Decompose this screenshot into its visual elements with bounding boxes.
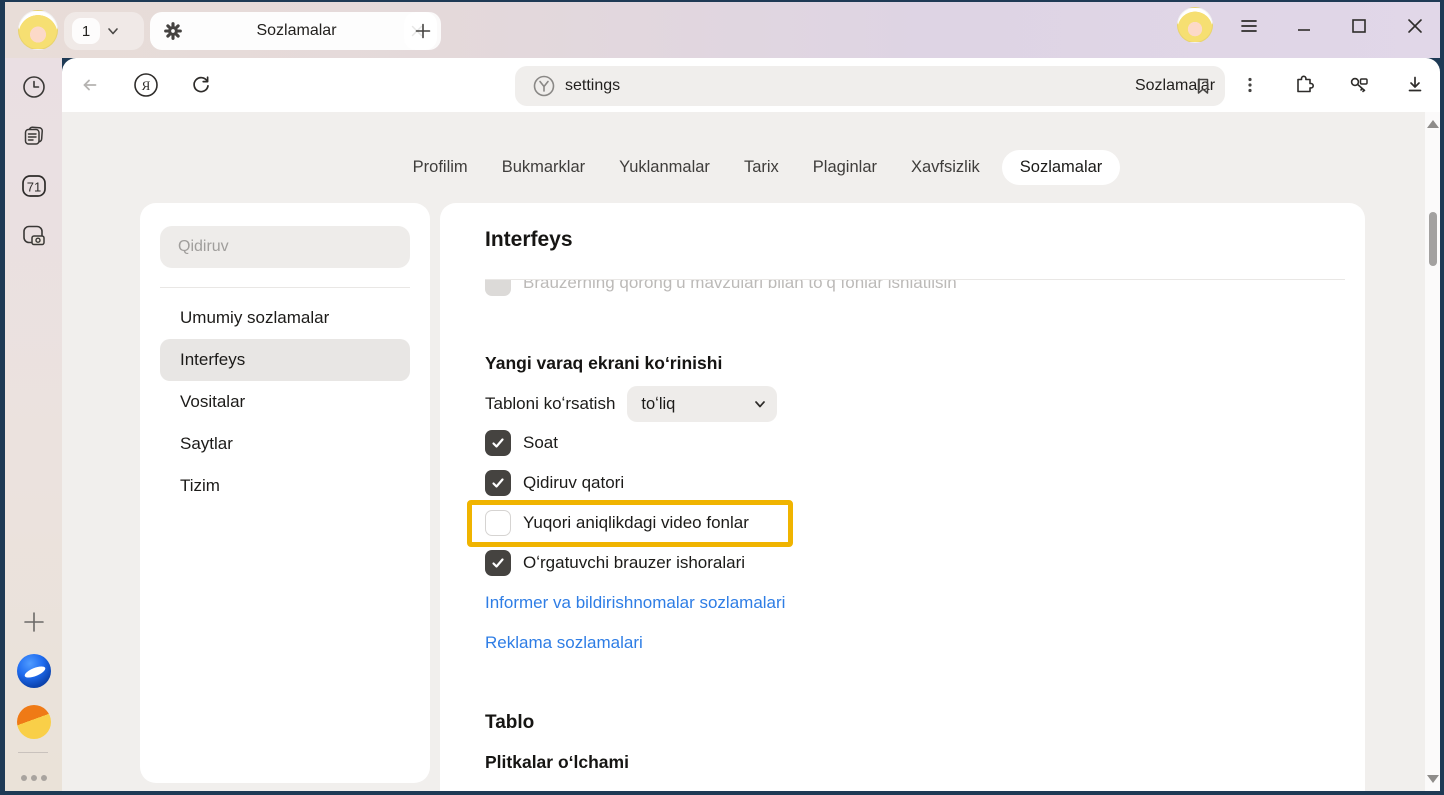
tab-tarix[interactable]: Tarix [732, 150, 791, 185]
scrollbar-thumb[interactable] [1429, 212, 1437, 266]
bookmark-icon[interactable] [1189, 73, 1217, 99]
scroll-down-arrow[interactable] [1427, 775, 1439, 783]
profile-avatar-right[interactable] [1177, 7, 1213, 43]
checkbox-row-video-fonlar: Yuqori aniqlikdagi video fonlar [485, 503, 1085, 543]
rail-divider [18, 752, 48, 753]
tab-plaginlar[interactable]: Plaginlar [801, 150, 889, 185]
yandex-logo-icon[interactable]: Я [128, 67, 164, 103]
checkbox-row-brauzer-ishoralari: Oʻrgatuvchi brauzer ishoralari [485, 543, 1085, 583]
gear-icon [162, 20, 184, 42]
checkbox-group: Soat Qidiruv qatori Yuqori aniqlikdagi v… [485, 423, 1085, 583]
clipped-setting-label: Brauzerning qorongʻu mavzulari bilan toʻ… [523, 280, 957, 293]
reklama-settings-link[interactable]: Reklama sozlamalari [485, 633, 643, 653]
sidebar-item-umumiy[interactable]: Umumiy sozlamalar [160, 297, 410, 339]
notes-icon[interactable] [17, 119, 51, 153]
checkbox-soat[interactable] [485, 430, 511, 456]
address-bar[interactable]: settings Sozlamalar [515, 66, 1225, 106]
checkbox-qidiruv-qatori[interactable] [485, 470, 511, 496]
scroll-up-arrow[interactable] [1427, 120, 1439, 128]
checkbox-dark-theme[interactable] [485, 280, 511, 296]
tab-yuklanmalar[interactable]: Yuklanmalar [607, 150, 722, 185]
tab-bukmarklar[interactable]: Bukmarklar [490, 150, 597, 185]
yandex-mail-icon[interactable] [17, 705, 51, 739]
section-heading: Interfeys [485, 228, 573, 252]
checkbox-brauzer-ishoralari[interactable] [485, 550, 511, 576]
url-text: settings [565, 77, 620, 95]
clipped-setting-row[interactable]: Brauzerning qorongʻu mavzulari bilan toʻ… [485, 280, 1345, 302]
tab-profilim[interactable]: Profilim [401, 150, 480, 185]
search-input[interactable] [160, 226, 410, 268]
settings-page: Profilim Bukmarklar Yuklanmalar Tarix Pl… [62, 112, 1425, 791]
tab-counter-text: 71 [26, 180, 40, 195]
tab-xavfsizlik[interactable]: Xavfsizlik [899, 150, 992, 185]
nav-divider [160, 287, 410, 288]
settings-nav-card: Umumiy sozlamalar Interfeys Vositalar Sa… [140, 203, 430, 783]
tab-group-chip[interactable]: 1 [64, 12, 144, 50]
menu-button[interactable] [1231, 8, 1267, 44]
screenshot-icon[interactable] [17, 219, 51, 253]
sidebar-item-interfeys[interactable]: Interfeys [160, 339, 410, 381]
reload-icon[interactable] [183, 67, 219, 103]
toolbar: Я settings Sozlamalar [62, 58, 1440, 112]
titlebar: 1 Sozlamalar [5, 2, 1440, 58]
more-dots-icon[interactable] [17, 761, 51, 795]
settings-favicon-icon [531, 73, 557, 99]
checkbox-label: Qidiruv qatori [523, 473, 624, 493]
history-clock-icon[interactable] [17, 70, 51, 104]
interfeys-content-card: Interfeys Brauzerning qorongʻu mavzulari… [440, 203, 1365, 791]
chevron-down-icon [106, 24, 120, 38]
top-nav-tabs: Profilim Bukmarklar Yuklanmalar Tarix Pl… [79, 148, 1425, 186]
profile-avatar[interactable] [18, 10, 58, 50]
checkbox-label: Yuqori aniqlikdagi video fonlar [523, 513, 749, 533]
tablo-display-select[interactable]: toʻliq [627, 386, 777, 422]
tab-title: Sozlamalar [184, 22, 409, 40]
checkbox-video-fonlar[interactable] [485, 510, 511, 536]
page-scrollbar[interactable] [1425, 112, 1440, 791]
downloads-icon[interactable] [1397, 67, 1433, 103]
yandex-browser-logo[interactable] [17, 654, 51, 688]
extensions-puzzle-icon[interactable] [1286, 67, 1322, 103]
new-tab-button[interactable] [404, 12, 441, 50]
browser-window: 1 Sozlamalar [0, 0, 1444, 795]
plitkalar-subsection-title: Plitkalar oʻlchami [485, 752, 629, 773]
close-window-button[interactable] [1397, 8, 1433, 44]
minimize-button[interactable] [1286, 8, 1322, 44]
sidebar-item-tizim[interactable]: Tizim [160, 465, 410, 507]
active-tab[interactable]: Sozlamalar [150, 12, 437, 50]
tablo-display-row: Tabloni koʻrsatish toʻliq [485, 386, 777, 422]
svg-text:Я: Я [142, 78, 151, 93]
tab-sozlamalar[interactable]: Sozlamalar [1002, 150, 1121, 185]
checkbox-row-qidiruv-qatori: Qidiruv qatori [485, 463, 1085, 503]
sidebar-item-vositalar[interactable]: Vositalar [160, 381, 410, 423]
back-icon[interactable] [72, 67, 108, 103]
tablo-display-label: Tabloni koʻrsatish [485, 394, 615, 414]
tab-counter-badge[interactable]: 71 [17, 169, 51, 203]
kebab-menu-icon[interactable] [1232, 67, 1268, 103]
sidebar-item-saytlar[interactable]: Saytlar [160, 423, 410, 465]
tablo-section-title: Tablo [485, 712, 534, 734]
informer-settings-link[interactable]: Informer va bildirishnomalar sozlamalari [485, 593, 785, 613]
add-panel-icon[interactable] [17, 605, 51, 639]
select-value: toʻliq [641, 395, 675, 414]
maximize-button[interactable] [1341, 8, 1377, 44]
newtab-section-title: Yangi varaq ekrani koʻrinishi [485, 353, 722, 374]
checkbox-label: Soat [523, 433, 558, 453]
passwords-key-icon[interactable] [1341, 67, 1377, 103]
checkbox-label: Oʻrgatuvchi brauzer ishoralari [523, 553, 745, 573]
checkbox-row-soat: Soat [485, 423, 1085, 463]
chevron-down-icon [753, 397, 767, 411]
browser-side-rail: 71 [5, 58, 62, 791]
tab-group-count: 1 [72, 18, 100, 44]
